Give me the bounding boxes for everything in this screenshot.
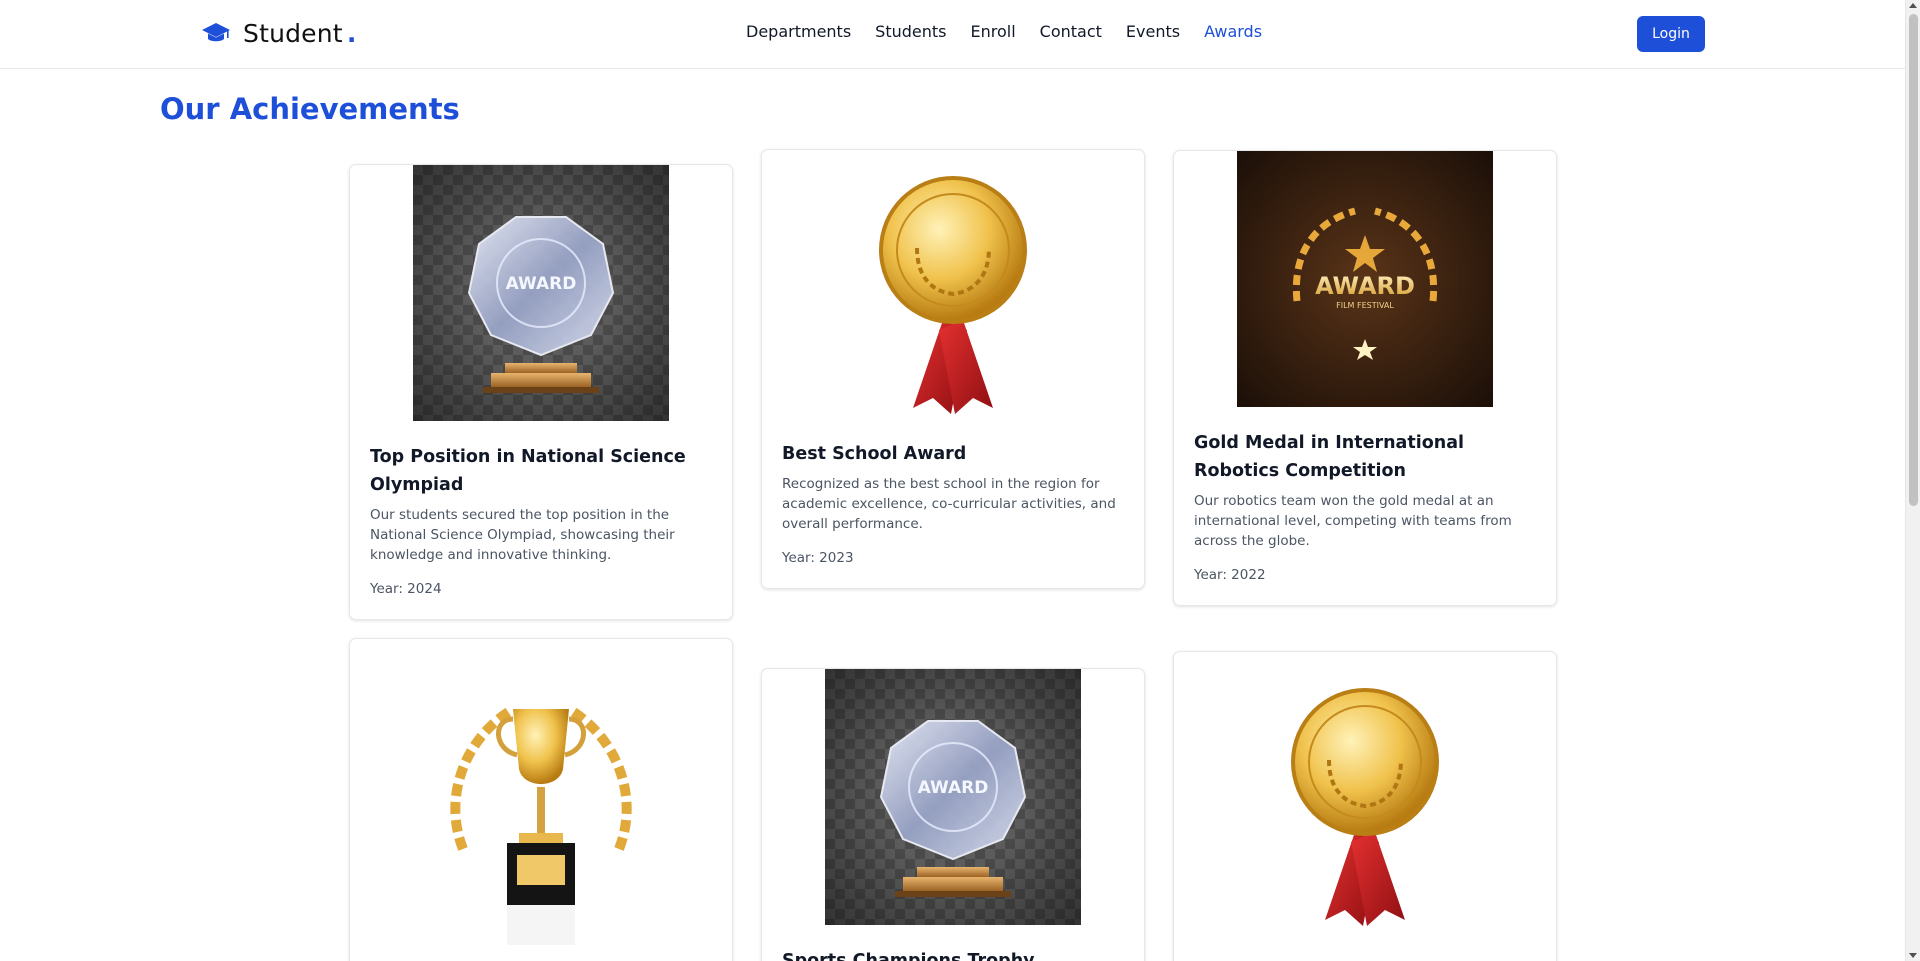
achievement-card: AWARD FILM FESTIVAL Gold Medal in Intern…	[1173, 150, 1557, 606]
brand-name: Student	[243, 18, 343, 48]
gold-medal-ribbon-icon	[879, 176, 1027, 414]
page-title: Our Achievements	[160, 92, 460, 126]
card-description: Our robotics team won the gold medal at …	[1194, 493, 1512, 549]
brand-logo[interactable]: Student .	[201, 18, 356, 48]
gold-medal-ribbon-icon	[1291, 688, 1439, 926]
achievement-card	[349, 638, 733, 961]
badge-subtext: FILM FESTIVAL	[1336, 301, 1394, 310]
card-year: Year: 2023	[782, 550, 854, 566]
crystal-award-trophy-icon: AWARD	[825, 669, 1081, 925]
gold-cup-trophy-icon	[450, 704, 632, 945]
site-header: Student . Departments Students Enroll Co…	[0, 0, 1905, 69]
card-title: Gold Medal in International Robotics Com…	[1194, 433, 1465, 481]
nav-departments[interactable]: Departments	[746, 22, 851, 41]
nav-enroll[interactable]: Enroll	[970, 22, 1015, 41]
card-description: Recognized as the best school in the reg…	[782, 476, 1116, 532]
card-description: Our students secured the top position in…	[370, 507, 675, 563]
login-button[interactable]: Login	[1637, 16, 1705, 52]
nav-students[interactable]: Students	[875, 22, 946, 41]
nav-contact[interactable]: Contact	[1040, 22, 1102, 41]
badge-award-text: AWARD	[1315, 272, 1415, 300]
card-title: Best School Award	[782, 444, 967, 464]
scroll-up-arrow-icon[interactable]	[1909, 3, 1917, 8]
card-title: Sports Champions Trophy	[782, 951, 1035, 961]
graduation-cap-icon	[202, 23, 230, 42]
nav-events[interactable]: Events	[1126, 22, 1180, 41]
card-title: Top Position in National Science Olympia…	[370, 447, 686, 495]
achievement-card: Best School Award Recognized as the best…	[761, 149, 1145, 589]
achievement-card	[1173, 651, 1557, 961]
golden-laurel-award-badge-icon: AWARD FILM FESTIVAL	[1237, 151, 1493, 407]
achievement-card: AWARD Sports Champions Trophy	[761, 668, 1145, 961]
nav-awards[interactable]: Awards	[1204, 22, 1262, 41]
brand-dot: .	[346, 18, 357, 48]
card-year: Year: 2024	[370, 581, 442, 597]
crystal-award-trophy-icon: AWARD	[413, 165, 669, 421]
scroll-down-arrow-icon[interactable]	[1909, 953, 1917, 958]
crystal-award-text: AWARD	[918, 778, 989, 798]
scrollbar-thumb[interactable]	[1909, 14, 1918, 506]
main-nav: Departments Students Enroll Contact Even…	[746, 22, 1286, 41]
crystal-award-text: AWARD	[506, 274, 577, 294]
card-year: Year: 2022	[1194, 567, 1266, 583]
vertical-scrollbar[interactable]	[1905, 0, 1920, 961]
achievement-card: AWARD Top Position in National Science O…	[349, 164, 733, 620]
